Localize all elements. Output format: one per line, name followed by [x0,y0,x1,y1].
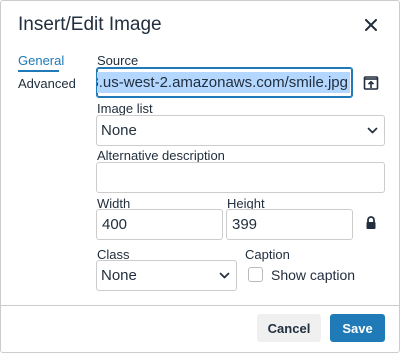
caption-label: Caption [245,247,290,262]
width-input[interactable]: 400 [96,209,223,240]
alt-description-label: Alternative description [97,148,225,163]
show-caption-checkbox[interactable] [248,267,263,282]
tab-general[interactable]: General [18,53,64,68]
class-select[interactable]: None [96,260,237,291]
dialog-title: Insert/Edit Image [18,14,162,35]
insert-edit-image-dialog: Insert/Edit Image General Advanced Sourc… [0,0,400,353]
upload-icon [363,76,379,90]
lock-icon [366,216,376,229]
close-button[interactable] [360,14,382,36]
alt-description-input[interactable] [96,162,385,193]
constrain-proportions-button[interactable] [364,215,378,231]
chevron-down-icon [219,272,230,279]
close-icon [365,19,377,31]
save-button[interactable]: Save [330,314,385,342]
cancel-button[interactable]: Cancel [257,314,321,342]
dialog-header: Insert/Edit Image [1,1,399,51]
source-input[interactable]: 5.s3.us-west-2.amazonaws.com/smile.jpg [96,67,353,98]
tab-advanced[interactable]: Advanced [18,76,76,91]
browse-upload-button[interactable] [360,72,382,94]
image-list-value: None [101,122,137,139]
source-label: Source [97,53,139,68]
height-input[interactable]: 399 [226,209,353,240]
show-caption-label[interactable]: Show caption [271,267,355,283]
image-list-select[interactable]: None [96,115,385,146]
tab-active-indicator [18,70,59,72]
source-input-value: 5.s3.us-west-2.amazonaws.com/smile.jpg [97,72,350,93]
class-value: None [101,267,137,284]
chevron-down-icon [367,127,378,134]
image-list-label: Image list [97,101,153,116]
